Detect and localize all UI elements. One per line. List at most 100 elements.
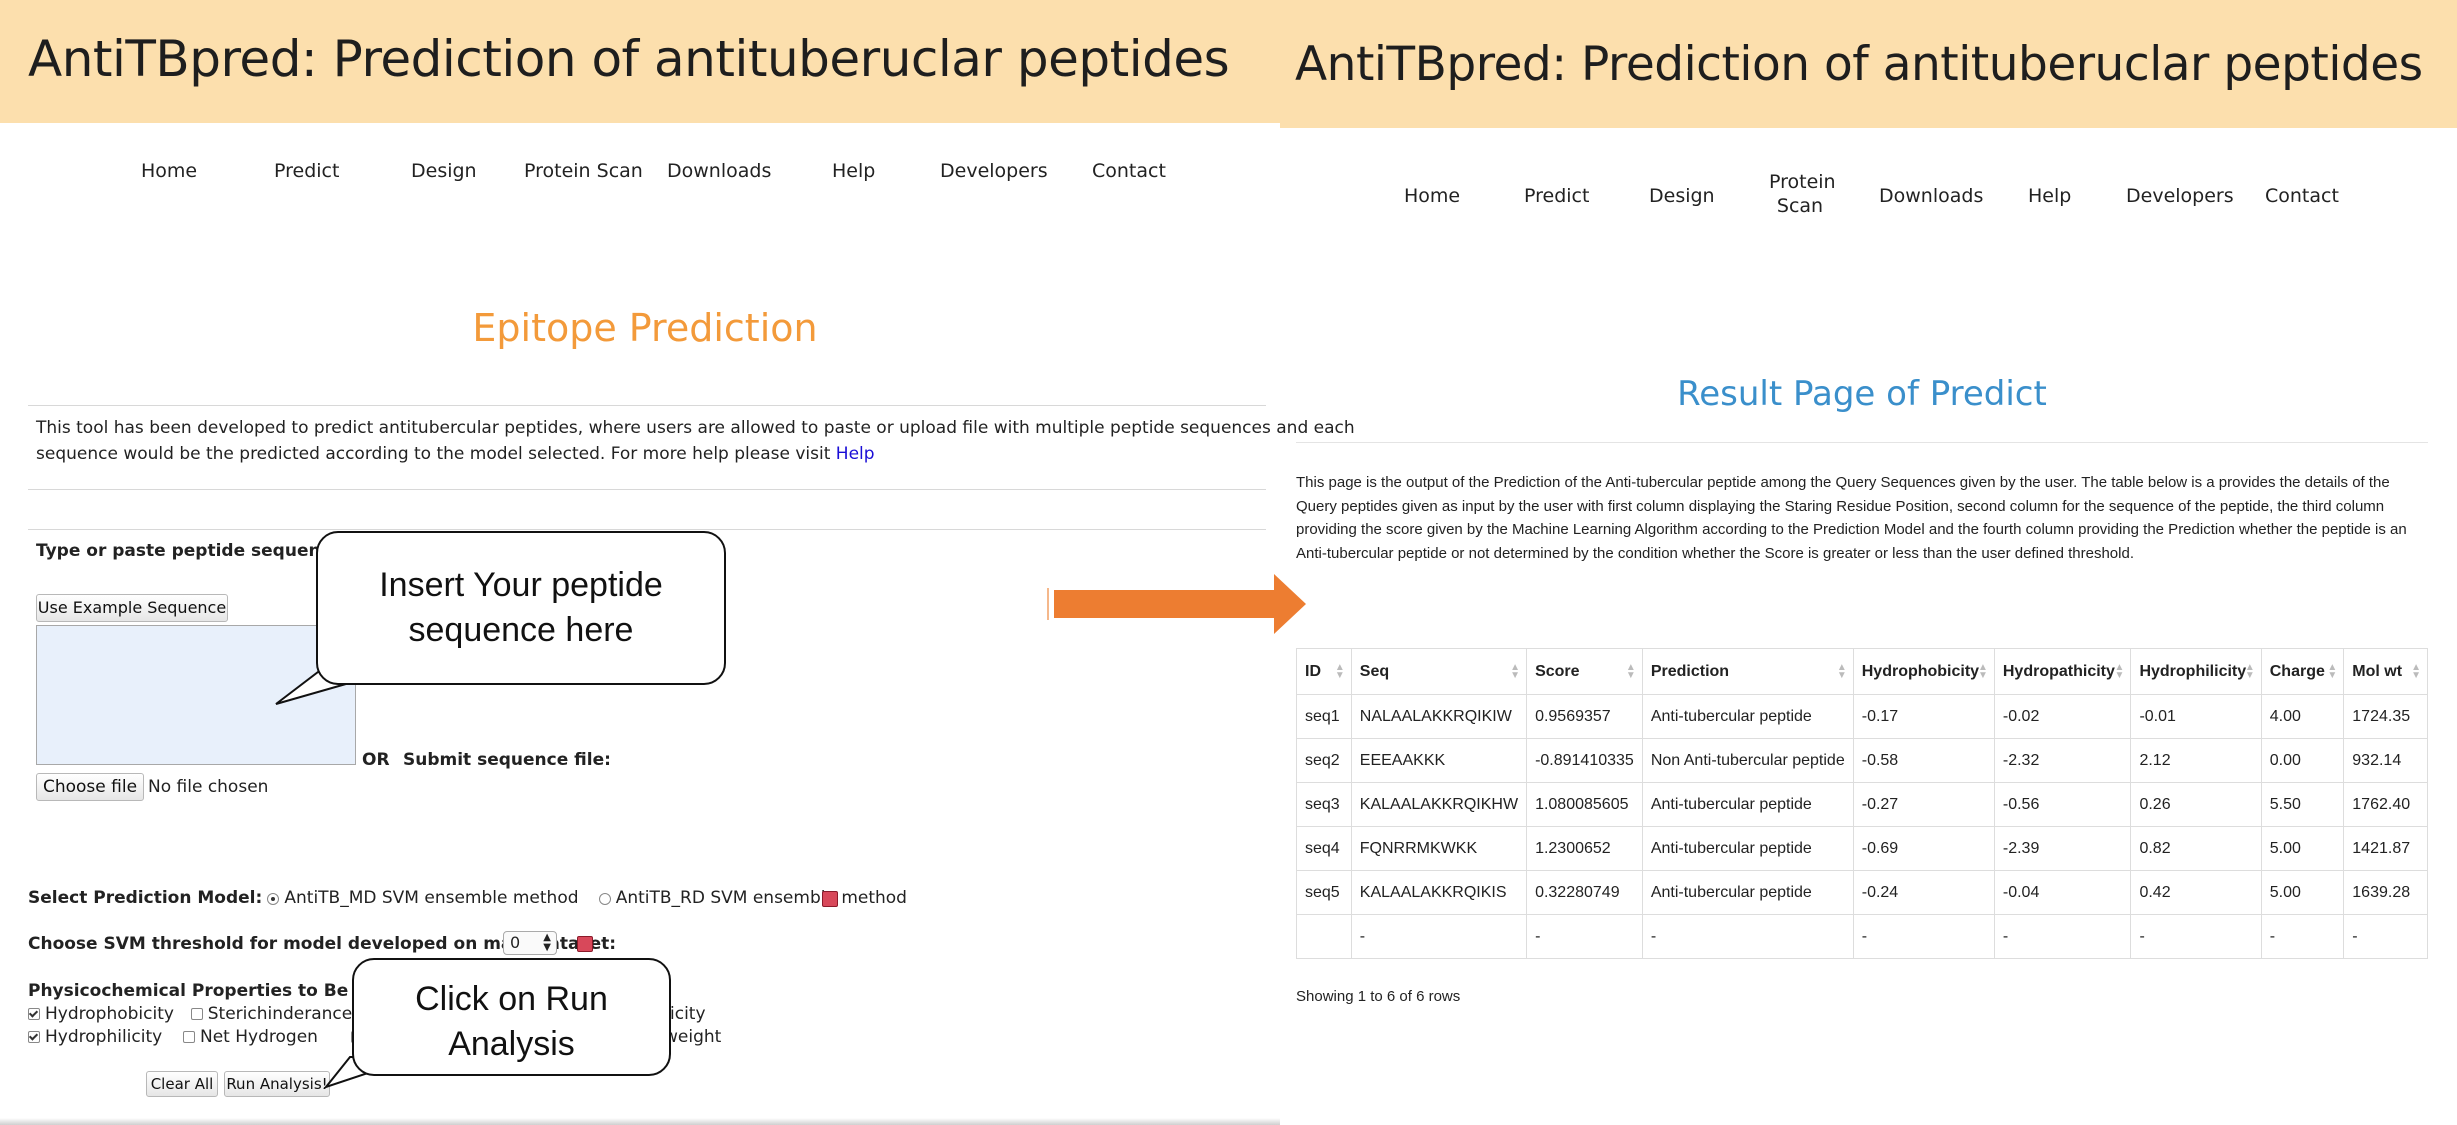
cell-prediction: Non Anti-tubercular peptide <box>1641 738 1854 783</box>
cell-hydrophobicity: -0.27 <box>1852 782 1995 827</box>
right-nav-developers[interactable]: Developers <box>2126 185 2234 207</box>
left-nav-help[interactable]: Help <box>832 160 875 182</box>
checkbox-net-hydrogen[interactable]: Net Hydrogen <box>200 1027 318 1047</box>
cell-seq: KALAALAKKRQIKHW <box>1350 782 1528 827</box>
checkbox-icon[interactable] <box>190 1008 203 1020</box>
cell-charge: 4.00 <box>2260 694 2345 739</box>
column-header-score[interactable]: Score ▲ ▼ <box>1526 648 1643 695</box>
model-select-row: Select Prediction Model: AntiTB_MD SVM e… <box>28 888 907 908</box>
right-nav-contact[interactable]: Contact <box>2265 185 2339 207</box>
choose-file-button[interactable]: Choose file <box>36 773 144 801</box>
right-nav-help[interactable]: Help <box>2028 185 2071 207</box>
divider <box>1296 442 2428 443</box>
left-nav-contact[interactable]: Contact <box>1092 160 1166 182</box>
cell-mol-wt: 1762.40 <box>2343 782 2428 827</box>
cell-prediction: Anti-tubercular peptide <box>1641 826 1854 871</box>
left-site-title: AntiTBpred: Prediction of antituberuclar… <box>28 30 1230 88</box>
column-header-charge[interactable]: Charge ▲ ▼ <box>2260 648 2345 695</box>
checkbox-icon[interactable] <box>28 1031 40 1043</box>
submit-sequence-file-label: Submit sequence file: <box>403 750 611 770</box>
cell-mol-wt: 1724.35 <box>2343 694 2428 739</box>
arrow-right-icon <box>1047 574 1306 634</box>
column-header-hydrophobicity[interactable]: Hydrophobicity ▲ ▼ <box>1852 648 1995 695</box>
radio-icon[interactable] <box>267 892 280 905</box>
checkbox-hydrophobicity[interactable]: Hydrophobicity <box>45 1004 174 1024</box>
epitope-prediction-heading: Epitope Prediction <box>472 306 818 350</box>
table-row: seq5 KALAALAKKRQIKIS 0.32280749 Anti-tub… <box>1296 870 2428 915</box>
or-label: OR <box>362 750 390 770</box>
sort-icon: ▲ ▼ <box>2244 662 2255 681</box>
divider <box>28 405 1266 406</box>
column-header-hydropathicity[interactable]: Hydropathicity ▲ ▼ <box>1993 648 2132 695</box>
intro-text-line2-wrap: sequence would be the predicted accordin… <box>36 444 875 464</box>
run-analysis-button[interactable]: Run Analysis! <box>224 1071 330 1097</box>
clear-all-button[interactable]: Clear All <box>146 1071 218 1097</box>
cell-charge: - <box>2260 914 2345 959</box>
cell-prediction: Anti-tubercular peptide <box>1641 782 1854 827</box>
model-option-md[interactable]: AntiTB_MD SVM ensemble method <box>284 888 578 908</box>
column-header-prediction[interactable]: Prediction ▲ ▼ <box>1641 648 1854 695</box>
intro-text-line1: This tool has been developed to predict … <box>36 418 1355 438</box>
help-icon[interactable] <box>822 891 838 907</box>
column-header-seq[interactable]: Seq ▲ ▼ <box>1350 648 1528 695</box>
cell-hydrophilicity: 2.12 <box>2130 738 2262 783</box>
checkbox-row1: Hydrophobicity Sterichinderance S <box>28 1004 397 1024</box>
cell-hydrophilicity: 0.82 <box>2130 826 2262 871</box>
left-nav-developers[interactable]: Developers <box>940 160 1048 182</box>
cell-hydrophobicity: -0.58 <box>1852 738 1995 783</box>
right-nav-downloads[interactable]: Downloads <box>1879 185 1983 207</box>
model-label: Select Prediction Model: <box>28 888 263 908</box>
cell-score: 0.9569357 <box>1526 694 1643 739</box>
cell-charge: 5.50 <box>2260 782 2345 827</box>
cell-hydrophilicity: -0.01 <box>2130 694 2262 739</box>
cell-id: seq2 <box>1296 738 1352 783</box>
column-header-hydrophilicity[interactable]: Hydrophilicity ▲ ▼ <box>2130 648 2262 695</box>
cell-charge: 5.00 <box>2260 826 2345 871</box>
callout-insert-sequence: Insert Your peptide sequence here <box>316 531 726 685</box>
table-header-row: ID ▲ ▼ Seq ▲ ▼ Score ▲ ▼ Prediction ▲ ▼ Hydropho… <box>1296 648 2428 695</box>
table-row: seq1 NALAALAKKRQIKIW 0.9569357 Anti-tube… <box>1296 694 2428 739</box>
use-example-sequence-button[interactable]: Use Example Sequence <box>36 594 228 622</box>
cell-hydrophobicity: - <box>1852 914 1995 959</box>
cell-hydropathicity: -0.56 <box>1993 782 2132 827</box>
right-nav-home[interactable]: Home <box>1404 185 1460 207</box>
cell-mol-wt: - <box>2343 914 2428 959</box>
cell-mol-wt: 1421.87 <box>2343 826 2428 871</box>
checkbox-row2: Hydrophilicity Net Hydrogen C <box>28 1027 380 1047</box>
help-icon[interactable] <box>577 936 593 952</box>
left-nav-design[interactable]: Design <box>411 160 477 182</box>
sort-icon: ▲ ▼ <box>1977 662 1988 681</box>
left-nav-predict[interactable]: Predict <box>274 160 339 182</box>
left-panel-bottom-border <box>0 1118 1280 1125</box>
cell-prediction: Anti-tubercular peptide <box>1641 694 1854 739</box>
checkbox-icon[interactable] <box>183 1031 195 1043</box>
cell-seq: FQNRRMKWKK <box>1350 826 1528 871</box>
left-nav-protein-scan[interactable]: Protein Scan <box>524 160 643 182</box>
left-nav-downloads[interactable]: Downloads <box>667 160 771 182</box>
right-nav-protein-scan[interactable]: Protein Scan <box>1769 170 1836 218</box>
cell-seq: NALAALAKKRQIKIW <box>1350 694 1528 739</box>
checkbox-hydrophilicity[interactable]: Hydrophilicity <box>45 1027 162 1047</box>
checkbox-sterichinderance[interactable]: Sterichinderance <box>208 1004 352 1024</box>
table-footer: Showing 1 to 6 of 6 rows <box>1296 988 1461 1005</box>
radio-icon[interactable] <box>598 892 611 905</box>
model-option-rd[interactable]: AntiTB_RD SVM ensemble method <box>616 888 907 908</box>
threshold-value: 0 <box>510 933 521 952</box>
no-file-chosen-text: No file chosen <box>148 777 269 797</box>
column-header-mol-wt[interactable]: Mol wt ▲ ▼ <box>2343 648 2428 695</box>
sort-icon: ▲ ▼ <box>1334 662 1345 681</box>
column-header-id[interactable]: ID ▲ ▼ <box>1296 648 1352 695</box>
checkbox-row2-tail: weight <box>664 1027 722 1047</box>
cell-seq: KALAALAKKRQIKIS <box>1350 870 1528 915</box>
sort-icon: ▲ ▼ <box>1510 662 1521 681</box>
cell-charge: 5.00 <box>2260 870 2345 915</box>
help-link[interactable]: Help <box>836 444 875 464</box>
checkbox-icon[interactable] <box>28 1008 40 1020</box>
cell-hydropathicity: -2.39 <box>1993 826 2132 871</box>
cell-hydropathicity: -0.04 <box>1993 870 2132 915</box>
left-nav-home[interactable]: Home <box>141 160 197 182</box>
right-nav-predict[interactable]: Predict <box>1524 185 1589 207</box>
threshold-select[interactable]: 0 ▲ ▼ <box>503 931 557 955</box>
cell-score: 1.2300652 <box>1526 826 1643 871</box>
right-nav-design[interactable]: Design <box>1649 185 1715 207</box>
